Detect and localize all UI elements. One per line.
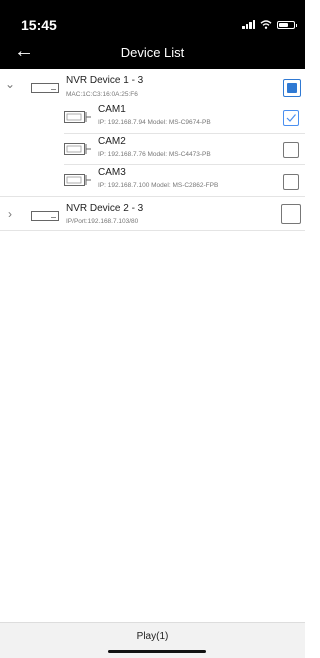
device-mac: MAC:1C:C3:16:0A:25:F6: [66, 91, 138, 98]
device-ip-port: IP/Port:192.168.7.103/80: [66, 218, 139, 225]
signal-icon: [242, 19, 255, 29]
camera-row-1[interactable]: CAM1 IP: 192.168.7.94 Model: MS-C9674-PB: [0, 102, 305, 134]
camera-icon: [64, 111, 91, 123]
device-name: NVR Device 1 - 3: [66, 75, 144, 86]
device-row-1[interactable]: ⌄ NVR Device 1 - 3 MAC:1C:C3:16:0A:25:F6: [0, 69, 305, 102]
battery-icon: [277, 21, 297, 29]
camera-row-2[interactable]: CAM2 IP: 192.168.7.76 Model: MS-C4473-PB: [0, 134, 305, 165]
camera-icon: [64, 143, 91, 155]
camera-row-3[interactable]: CAM3 IP: 192.168.7.100 Model: MS-C2862-F…: [0, 165, 305, 197]
camera-checkbox[interactable]: [283, 110, 299, 126]
device-name: NVR Device 2 - 3: [66, 203, 144, 214]
device-checkbox[interactable]: [283, 79, 301, 97]
nvr-device-icon: [31, 211, 59, 221]
play-button[interactable]: Play(1): [0, 631, 305, 642]
app-header: 15:45 ← Device List: [0, 0, 305, 69]
device-checkbox[interactable]: [281, 204, 301, 224]
camera-info: IP: 192.168.7.94 Model: MS-C9674-PB: [98, 119, 211, 126]
status-time: 15:45: [21, 17, 57, 33]
camera-icon: [64, 174, 91, 186]
page-title: Device List: [120, 45, 185, 60]
nvr-device-icon: [31, 83, 59, 93]
camera-name: CAM1: [98, 104, 126, 115]
home-indicator: [108, 650, 206, 653]
checkmark-icon: [286, 114, 296, 122]
camera-checkbox[interactable]: [283, 142, 299, 158]
chevron-right-icon[interactable]: ›: [8, 207, 12, 221]
camera-name: CAM2: [98, 136, 126, 147]
device-row-2[interactable]: › NVR Device 2 - 3 IP/Port:192.168.7.103…: [0, 197, 305, 231]
camera-info: IP: 192.168.7.76 Model: MS-C4473-PB: [98, 151, 211, 158]
camera-name: CAM3: [98, 167, 126, 178]
camera-info: IP: 192.168.7.100 Model: MS-C2862-FPB: [98, 182, 219, 189]
chevron-down-icon[interactable]: ⌄: [5, 77, 15, 91]
camera-checkbox[interactable]: [283, 174, 299, 190]
status-icons: [242, 19, 297, 29]
row-divider: [0, 230, 305, 231]
wifi-icon: [260, 20, 272, 29]
